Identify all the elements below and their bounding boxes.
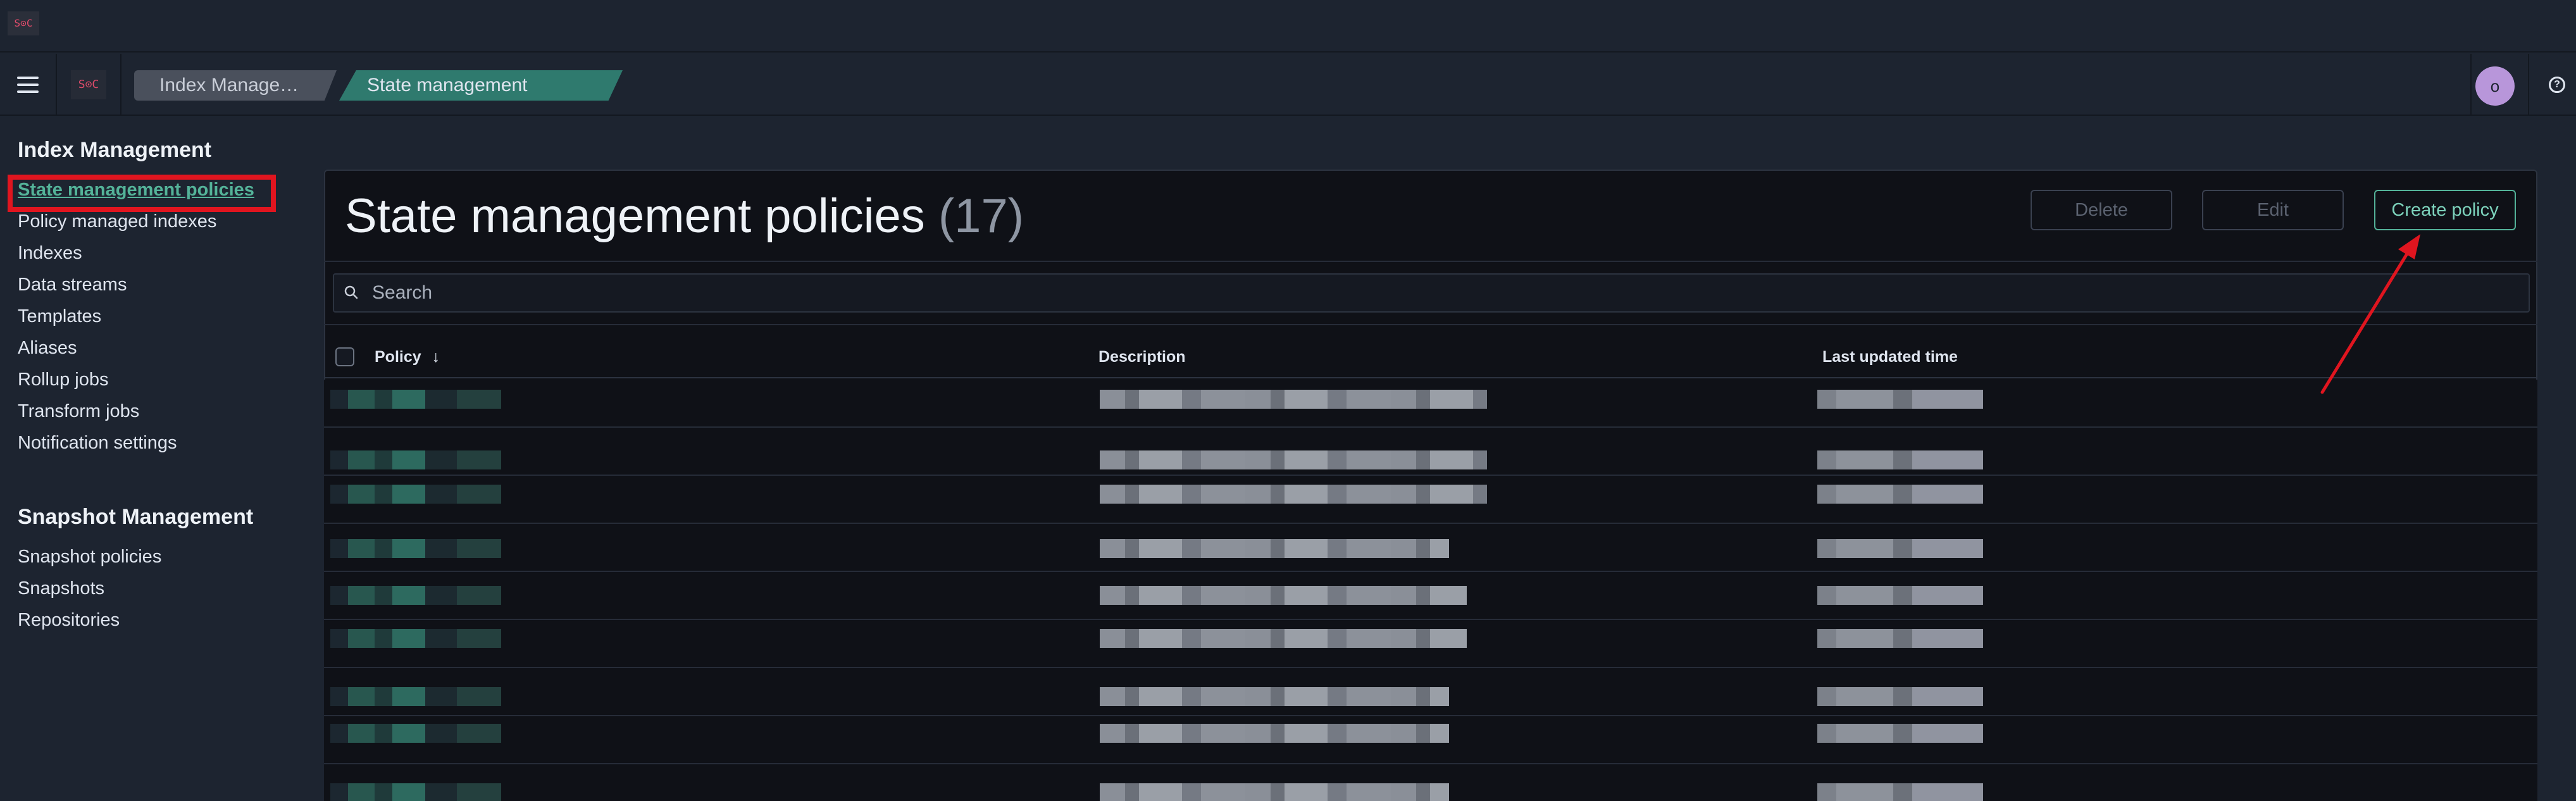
redacted-policy-name <box>330 586 501 605</box>
sidebar-item-policy-managed-indexes[interactable]: Policy managed indexes <box>18 211 216 232</box>
sidebar-item-notification-settings[interactable]: Notification settings <box>18 433 177 454</box>
sidebar-item-state-management-policies[interactable]: State management policies <box>18 180 254 201</box>
header-bar: S⊙C Index Manage… State management polic… <box>0 54 2576 116</box>
redacted-updated-time <box>1817 485 1983 504</box>
table-row[interactable] <box>324 716 2537 764</box>
redacted-updated-time <box>1817 450 1983 469</box>
page-title: State management policies (17) <box>345 189 1024 244</box>
sidebar-item-repositories[interactable]: Repositories <box>18 610 120 631</box>
logo-small[interactable]: S⊙C <box>8 11 39 35</box>
redacted-description <box>1100 390 1487 409</box>
table-row[interactable] <box>324 476 2537 524</box>
header-divider-right-2 <box>2528 54 2529 116</box>
redacted-policy-name <box>330 390 501 409</box>
sidebar-title-index-management: Index Management <box>18 138 212 162</box>
search-bar <box>333 273 2530 313</box>
sidebar-item-snapshots[interactable]: Snapshots <box>18 578 104 599</box>
sidebar-item-data-streams[interactable]: Data streams <box>18 275 127 295</box>
help-icon[interactable]: ? <box>2549 77 2565 93</box>
redacted-description <box>1100 450 1487 469</box>
redacted-updated-time <box>1817 687 1983 706</box>
sidebar-item-indexes[interactable]: Indexes <box>18 243 82 264</box>
sidebar-item-snapshot-policies[interactable]: Snapshot policies <box>18 547 161 568</box>
table-header: Policy ↓ Description Last updated time <box>324 335 2537 378</box>
sidebar-item-rollup-jobs[interactable]: Rollup jobs <box>18 369 108 390</box>
redacted-description <box>1100 724 1449 743</box>
redacted-updated-time <box>1817 586 1983 605</box>
redacted-policy-name <box>330 485 501 504</box>
redacted-description <box>1100 687 1449 706</box>
sidebar-item-aliases[interactable]: Aliases <box>18 338 77 359</box>
redacted-policy-name <box>330 539 501 558</box>
title-divider <box>324 261 2537 262</box>
column-header-last-updated-time[interactable]: Last updated time <box>1822 348 1958 366</box>
table-row[interactable] <box>324 764 2537 801</box>
redacted-updated-time <box>1817 783 1983 801</box>
table-row[interactable] <box>324 668 2537 716</box>
redacted-policy-name <box>330 629 501 648</box>
redacted-updated-time <box>1817 390 1983 409</box>
create-policy-button[interactable]: Create policy <box>2374 190 2516 230</box>
breadcrumb-state-management-policies: State management policies <box>339 70 623 101</box>
arrow-annotation-icon <box>2320 234 2420 394</box>
app-logo[interactable]: S⊙C <box>71 70 106 99</box>
delete-button[interactable]: Delete <box>2031 190 2172 230</box>
table-row[interactable] <box>324 620 2537 668</box>
column-header-description[interactable]: Description <box>1098 348 1186 366</box>
redacted-updated-time <box>1817 539 1983 558</box>
redacted-policy-name <box>330 724 501 743</box>
table-row[interactable] <box>324 428 2537 476</box>
redacted-description <box>1100 539 1449 558</box>
page-title-text: State management policies <box>345 189 925 243</box>
search-icon <box>344 285 358 299</box>
menu-button[interactable] <box>0 54 57 116</box>
table-row[interactable] <box>324 524 2537 572</box>
hamburger-icon <box>17 77 39 93</box>
header-divider <box>120 54 121 116</box>
header-divider-right <box>2470 54 2472 116</box>
redacted-updated-time <box>1817 724 1983 743</box>
redacted-updated-time <box>1817 629 1983 648</box>
redacted-description <box>1100 783 1449 801</box>
search-input[interactable] <box>372 275 2511 311</box>
policy-count: (17) <box>938 189 1024 243</box>
column-header-policy-label: Policy <box>375 348 421 366</box>
edit-button[interactable]: Edit <box>2202 190 2344 230</box>
top-bar: S⊙C <box>0 0 2576 53</box>
avatar[interactable]: o <box>2475 66 2515 106</box>
column-header-policy[interactable]: Policy ↓ <box>375 348 440 366</box>
redacted-policy-name <box>330 783 501 801</box>
redacted-description <box>1100 586 1467 605</box>
redacted-policy-name <box>330 450 501 469</box>
select-all-checkbox[interactable] <box>335 347 354 366</box>
table-row[interactable] <box>324 380 2537 428</box>
redacted-description <box>1100 629 1467 648</box>
sidebar-item-transform-jobs[interactable]: Transform jobs <box>18 401 139 422</box>
redacted-description <box>1100 485 1487 504</box>
search-divider <box>324 324 2537 325</box>
table-row[interactable] <box>324 572 2537 620</box>
sort-down-icon: ↓ <box>432 348 440 366</box>
redacted-policy-name <box>330 687 501 706</box>
sidebar-item-templates[interactable]: Templates <box>18 306 101 327</box>
sidebar-title-snapshot-management: Snapshot Management <box>18 505 254 529</box>
breadcrumb-index-management[interactable]: Index Manage… <box>134 70 337 101</box>
